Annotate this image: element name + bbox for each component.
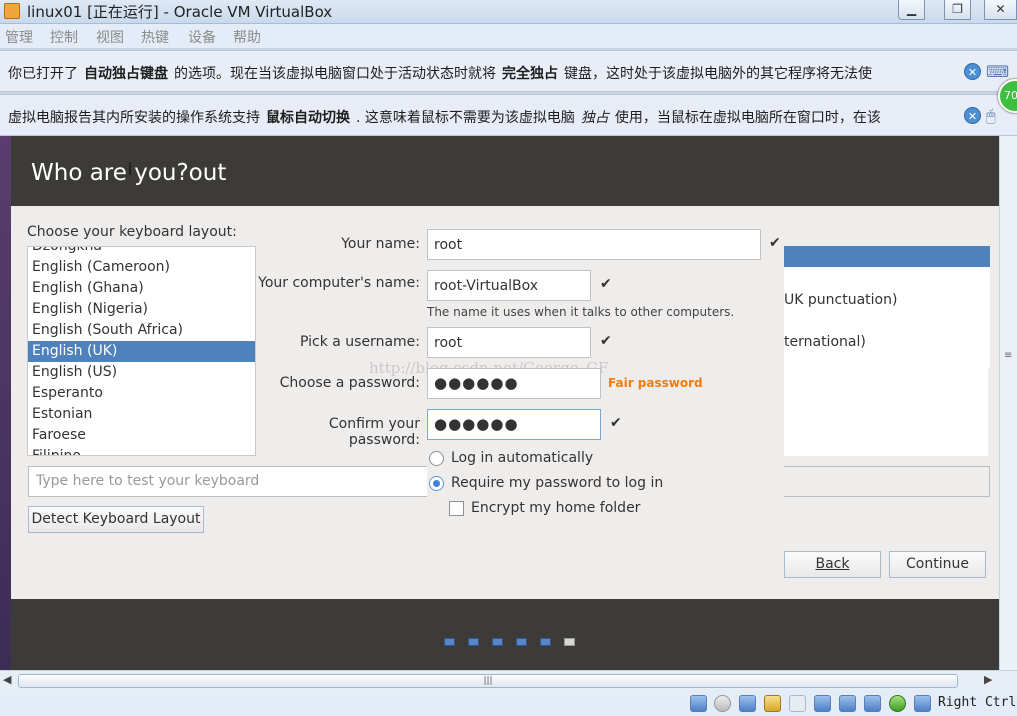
form-panel-left	[256, 223, 427, 443]
window-title: linux01 [正在运行] - Oracle VM VirtualBox	[27, 3, 333, 21]
list-item[interactable]: Esperanto	[28, 383, 255, 404]
back-button-label: Back	[815, 556, 850, 572]
require-password-radio[interactable]	[429, 476, 444, 491]
optical-drive-icon[interactable]	[714, 695, 731, 712]
mouse-integration-notice: 虚拟电脑报告其内所安装的操作系统支持 鼠标自动切换. 这意味着鼠标不需要为该虚拟电…	[0, 94, 1017, 136]
back-button[interactable]: Back	[784, 551, 881, 578]
keyboard-layout-list[interactable]: Dzongkha English (Cameroon) English (Gha…	[27, 246, 256, 456]
window-titlebar: linux01 [正在运行] - Oracle VM VirtualBox ▁ …	[0, 0, 1017, 24]
list-item-selected[interactable]: English (UK)	[28, 341, 255, 362]
confirm-password-label: Confirm your password:	[328, 416, 420, 448]
text-cursor-icon	[129, 162, 131, 175]
progress-step-dot-current	[564, 638, 575, 646]
virtualbox-app-icon	[4, 3, 20, 19]
progress-step-dot	[516, 638, 527, 646]
progress-step-dot	[492, 638, 503, 646]
computer-valid-check-icon: ✔	[600, 276, 612, 292]
computer-name-hint: The name it uses when it talks to other …	[427, 305, 735, 319]
password-strength-label: Fair password	[608, 376, 703, 390]
status-bar: Right Ctrl	[0, 690, 1017, 716]
computer-name-input[interactable]: root-VirtualBox	[427, 270, 591, 301]
password-input[interactable]: ●●●●●●	[427, 368, 601, 399]
notice-close-icon[interactable]: ✕	[964, 63, 981, 80]
horizontal-scroll-thumb[interactable]: |||	[18, 674, 958, 688]
menu-view[interactable]: 视图	[96, 27, 124, 47]
your-name-input[interactable]: root	[427, 229, 761, 260]
continue-button[interactable]: Continue	[889, 551, 986, 578]
host-key-label: Right Ctrl	[938, 695, 1017, 710]
keyboard-variant-list[interactable]: UK punctuation) ternational)	[784, 246, 990, 368]
close-window-button[interactable]: ✕	[984, 0, 1017, 20]
username-input[interactable]: root	[427, 327, 591, 358]
mouse-integration-icon[interactable]: 🖱	[986, 106, 1006, 126]
require-password-label[interactable]: Require my password to log in	[451, 475, 663, 491]
keyboard-test-input[interactable]: Type here to test your keyboard	[28, 466, 428, 497]
list-item[interactable]: Filipino	[28, 446, 255, 455]
list-item[interactable]: Faroese	[28, 425, 255, 446]
variant-item[interactable]: ternational)	[784, 334, 866, 350]
login-auto-label[interactable]: Log in automatically	[451, 450, 593, 466]
name-valid-check-icon: ✔	[769, 235, 781, 251]
video-capture-icon[interactable]	[864, 695, 881, 712]
minimize-button[interactable]: ▁	[898, 0, 925, 20]
vertical-scrollbar[interactable]: ≡	[999, 136, 1017, 670]
shared-folders-icon[interactable]	[789, 695, 806, 712]
encrypt-home-checkbox[interactable]	[449, 501, 464, 516]
list-item[interactable]: English (Cameroon)	[28, 257, 255, 278]
notice-text: 虚拟电脑报告其内所安装的操作系统支持 鼠标自动切换. 这意味着鼠标不需要为该虚拟电…	[8, 110, 881, 126]
maximize-button[interactable]: ❐	[944, 0, 971, 20]
password-label: Choose a password:	[279, 375, 420, 391]
installer-footer	[11, 599, 999, 670]
encrypt-home-label[interactable]: Encrypt my home folder	[471, 500, 640, 516]
list-item[interactable]: English (US)	[28, 362, 255, 383]
progress-step-dot	[468, 638, 479, 646]
installer-header: Who are you?out	[11, 136, 999, 206]
list-item[interactable]: English (South Africa)	[28, 320, 255, 341]
menu-bar: 管理 控制 视图 热键 设备 帮助	[0, 24, 1017, 48]
cpu-icon[interactable]	[889, 695, 906, 712]
usb-icon[interactable]	[764, 695, 781, 712]
login-auto-radio[interactable]	[429, 451, 444, 466]
list-item[interactable]: English (Nigeria)	[28, 299, 255, 320]
variant-item-selected[interactable]	[784, 246, 990, 267]
keyboard-layout-label: Choose your keyboard layout:	[27, 224, 237, 240]
menu-manage[interactable]: 管理	[5, 27, 33, 47]
confirm-password-input[interactable]: ●●●●●●	[427, 409, 601, 440]
keyboard-capture-icon[interactable]: ⌨	[986, 62, 1009, 82]
menu-help[interactable]: 帮助	[233, 27, 261, 47]
audio-icon[interactable]	[739, 695, 756, 712]
notice-close-icon[interactable]: ✕	[964, 107, 981, 124]
hard-disk-icon[interactable]	[690, 695, 707, 712]
mouse-capture-icon[interactable]	[914, 695, 931, 712]
confirm-valid-check-icon: ✔	[610, 415, 622, 431]
network-icon[interactable]	[839, 695, 856, 712]
variant-list-blank	[784, 368, 988, 456]
menu-devices[interactable]: 设备	[188, 27, 216, 47]
notice-text: 你已打开了 自动独占键盘 的选项。现在当该虚拟电脑窗口处于活动状态时就将 完全独占 键盘…	[8, 66, 872, 82]
scroll-left-arrow-icon[interactable]: ◀	[3, 673, 11, 686]
scroll-right-arrow-icon[interactable]: ▶	[984, 673, 992, 686]
display-icon[interactable]	[814, 695, 831, 712]
vertical-scroll-grip[interactable]: ≡	[1004, 350, 1012, 361]
list-item[interactable]: Dzongkha	[28, 247, 255, 257]
keyboard-capture-notice: 你已打开了 自动独占键盘 的选项。现在当该虚拟电脑窗口处于活动状态时就将 完全独占 键盘…	[0, 50, 1017, 92]
menu-control[interactable]: 控制	[50, 27, 78, 47]
list-item[interactable]: English (Ghana)	[28, 278, 255, 299]
horizontal-scrollbar[interactable]: ◀ ||| ▶	[0, 670, 1017, 690]
progress-step-dot	[540, 638, 551, 646]
menu-hotkey[interactable]: 热键	[141, 27, 169, 47]
username-valid-check-icon: ✔	[600, 333, 612, 349]
detect-keyboard-button[interactable]: Detect Keyboard Layout	[28, 506, 204, 533]
your-name-label: Your name:	[341, 236, 420, 252]
username-label: Pick a username:	[299, 334, 420, 350]
variant-item[interactable]: UK punctuation)	[784, 292, 897, 308]
progress-step-dot	[444, 638, 455, 646]
list-item[interactable]: Estonian	[28, 404, 255, 425]
computer-name-label: Your computer's name:	[258, 275, 420, 291]
